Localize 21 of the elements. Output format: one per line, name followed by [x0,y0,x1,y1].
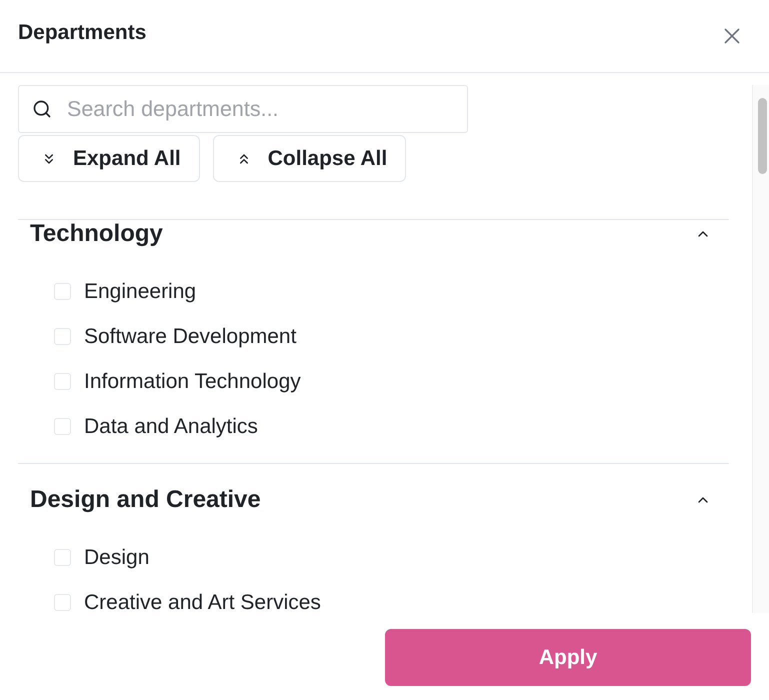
checkbox[interactable] [54,549,71,566]
department-label: Engineering [84,280,196,304]
department-label: Software Development [84,324,296,348]
expand-all-button[interactable]: Expand All [18,135,200,182]
checkbox[interactable] [54,373,71,390]
dialog-title: Departments [18,20,146,46]
department-label: Data and Analytics [84,414,258,438]
collapse-all-button[interactable]: Collapse All [212,135,406,182]
department-label: Information Technology [84,370,301,394]
department-label: Creative and Art Services [84,590,321,613]
checkbox[interactable] [54,594,71,611]
checkbox[interactable] [54,418,71,435]
department-label: Design [84,546,150,570]
search-field[interactable]: Search departments... [18,85,468,133]
checkbox[interactable] [54,328,71,345]
scrollbar-thumb[interactable] [758,98,766,174]
checkbox[interactable] [54,283,71,300]
apply-button[interactable]: Apply [385,629,751,686]
group-heading: Technology [30,220,163,248]
search-icon [32,99,52,119]
group-heading: Design and Creative [30,486,261,514]
